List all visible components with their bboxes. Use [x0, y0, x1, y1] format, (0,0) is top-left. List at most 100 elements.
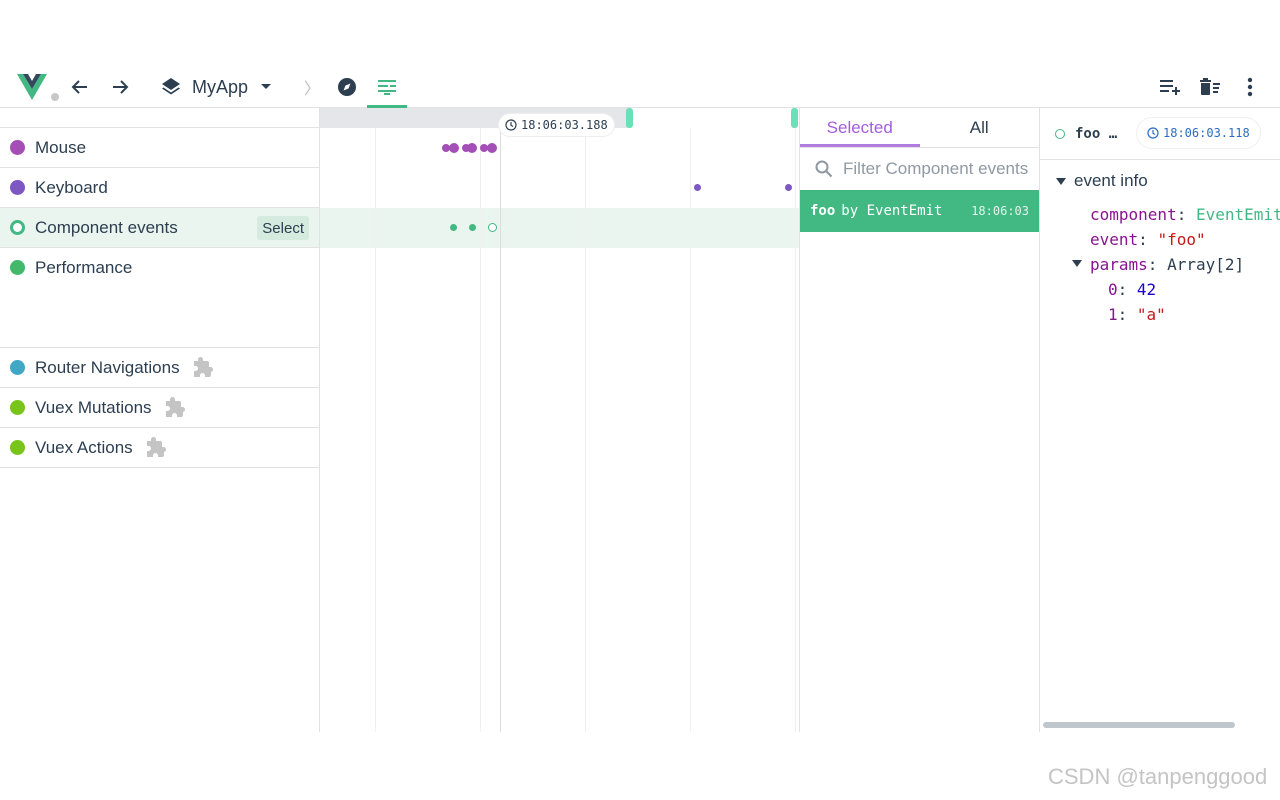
prop-value: "a" [1136, 305, 1166, 324]
tab-selected[interactable]: Selected [800, 108, 920, 147]
range-handle-left[interactable] [626, 108, 633, 128]
layer-color-dot [10, 360, 25, 375]
caret-down-icon [261, 84, 272, 89]
clock-icon [505, 119, 517, 131]
forward-button[interactable] [104, 67, 136, 107]
grid-line [375, 128, 376, 732]
timeline-tab[interactable] [367, 67, 407, 108]
layer-label: Keyboard [35, 177, 108, 197]
prop-value: EventEmit [1195, 205, 1280, 224]
prop-params[interactable]: params: Array[2] [1072, 252, 1280, 277]
grid-line [480, 128, 481, 732]
prop-colon: : [1117, 305, 1137, 324]
event-marker[interactable] [469, 224, 476, 231]
prop-colon: : [1117, 280, 1137, 299]
arrow-right-icon [113, 80, 129, 94]
layer-list: Mouse Keyboard Component events Select P… [0, 108, 320, 732]
layer-color-dot [10, 140, 25, 155]
filter-input[interactable] [843, 159, 1038, 179]
grid-line [795, 128, 796, 732]
event-marker[interactable] [785, 184, 792, 191]
event-inspector: foo … 18:06:03.118 event info component:… [1040, 108, 1280, 732]
back-button[interactable] [64, 67, 96, 107]
layer-router-navigations[interactable]: Router Navigations [0, 348, 319, 388]
layer-performance[interactable]: Performance [0, 248, 319, 348]
plugin-icon [164, 396, 186, 419]
layer-color-dot [10, 260, 25, 275]
event-title: foo [810, 203, 836, 219]
connection-status-dot [49, 91, 61, 103]
event-marker-selected[interactable] [488, 223, 497, 232]
event-marker[interactable] [487, 143, 497, 153]
timeline-icon [378, 80, 396, 95]
layers-icon [162, 78, 180, 95]
watermark: CSDN @tanpenggood [1048, 764, 1268, 789]
horizontal-scrollbar[interactable] [1043, 722, 1235, 728]
clock-icon [1147, 127, 1159, 139]
event-marker[interactable] [450, 224, 457, 231]
toolbar: MyApp 〉 [0, 67, 1280, 108]
vue-logo-icon [17, 74, 47, 100]
explore-tab[interactable] [332, 67, 362, 107]
events-panel: Selected All foo by EventEmit 18:06:03 [800, 108, 1040, 732]
plugin-icon [192, 356, 214, 379]
section-title: event info [1074, 171, 1148, 190]
event-marker-icon [1055, 128, 1065, 139]
layer-keyboard[interactable]: Keyboard [0, 168, 319, 208]
event-time-text: 18:06:03.118 [1163, 126, 1250, 140]
playlist-add-icon [1160, 80, 1180, 95]
compass-icon [338, 78, 356, 96]
event-subtitle: by EventEmit [841, 203, 943, 219]
breadcrumb-separator: 〉 [304, 81, 321, 98]
expand-arrow-icon [1056, 177, 1066, 185]
clear-all-button[interactable] [1194, 67, 1226, 107]
arrow-left-icon [71, 80, 87, 94]
layer-vuex-actions[interactable]: Vuex Actions [0, 428, 319, 468]
expand-arrow-icon[interactable] [1072, 260, 1082, 267]
vue-logo[interactable] [12, 67, 61, 107]
prop-value: Array[2] [1167, 255, 1245, 274]
prop-key: event [1090, 230, 1139, 249]
select-component-button[interactable]: Select [257, 216, 309, 240]
prop-key: component [1090, 205, 1177, 224]
layer-label: Vuex Mutations [35, 397, 152, 417]
layer-color-dot [10, 400, 25, 415]
app-selector[interactable]: MyApp [160, 67, 290, 107]
layer-vuex-mutations[interactable]: Vuex Mutations [0, 388, 319, 428]
inspector-title: foo … [1075, 125, 1118, 142]
tab-all[interactable]: All [920, 108, 1040, 147]
event-marker[interactable] [467, 143, 477, 153]
inspector-header: foo … 18:06:03.118 [1040, 108, 1280, 160]
prop-key: 0 [1108, 280, 1118, 299]
prop-param-1[interactable]: 1: "a" [1040, 302, 1280, 327]
prop-event[interactable]: event: "foo" [1040, 227, 1280, 252]
prop-component[interactable]: component: EventEmit [1040, 202, 1280, 227]
prop-param-0[interactable]: 0: 42 [1040, 277, 1280, 302]
range-handle-right[interactable] [791, 108, 798, 128]
layer-color-dot [10, 440, 25, 455]
layer-label: Performance [35, 258, 133, 277]
delete-sweep-icon [1200, 78, 1220, 95]
layer-list-header [0, 108, 319, 128]
event-marker[interactable] [694, 184, 701, 191]
layer-component-events[interactable]: Component events Select [0, 208, 319, 248]
devtools-app: MyApp 〉 Mouse Keyboard Component events … [0, 0, 1280, 800]
timeline-row-component-events [320, 208, 799, 248]
prop-value: 42 [1136, 280, 1157, 299]
event-time: 18:06:03 [971, 204, 1029, 218]
events-filter [800, 148, 1039, 190]
event-list-item[interactable]: foo by EventEmit 18:06:03 [800, 190, 1039, 232]
grid-line [585, 128, 586, 732]
layer-label: Component events [35, 217, 178, 237]
timeline-panel[interactable]: 18:06:03.188 [320, 108, 800, 732]
layer-mouse[interactable]: Mouse [0, 128, 319, 168]
event-marker[interactable] [449, 143, 459, 153]
more-menu-button[interactable] [1236, 67, 1264, 107]
cursor-time-text: 18:06:03.188 [521, 118, 608, 132]
layer-color-dot [10, 180, 25, 195]
plugin-icon [145, 436, 167, 459]
add-to-queue-button[interactable] [1154, 67, 1186, 107]
event-info-section-toggle[interactable]: event info [1040, 160, 1280, 202]
app-name: MyApp [192, 76, 249, 97]
time-cursor [500, 128, 501, 732]
